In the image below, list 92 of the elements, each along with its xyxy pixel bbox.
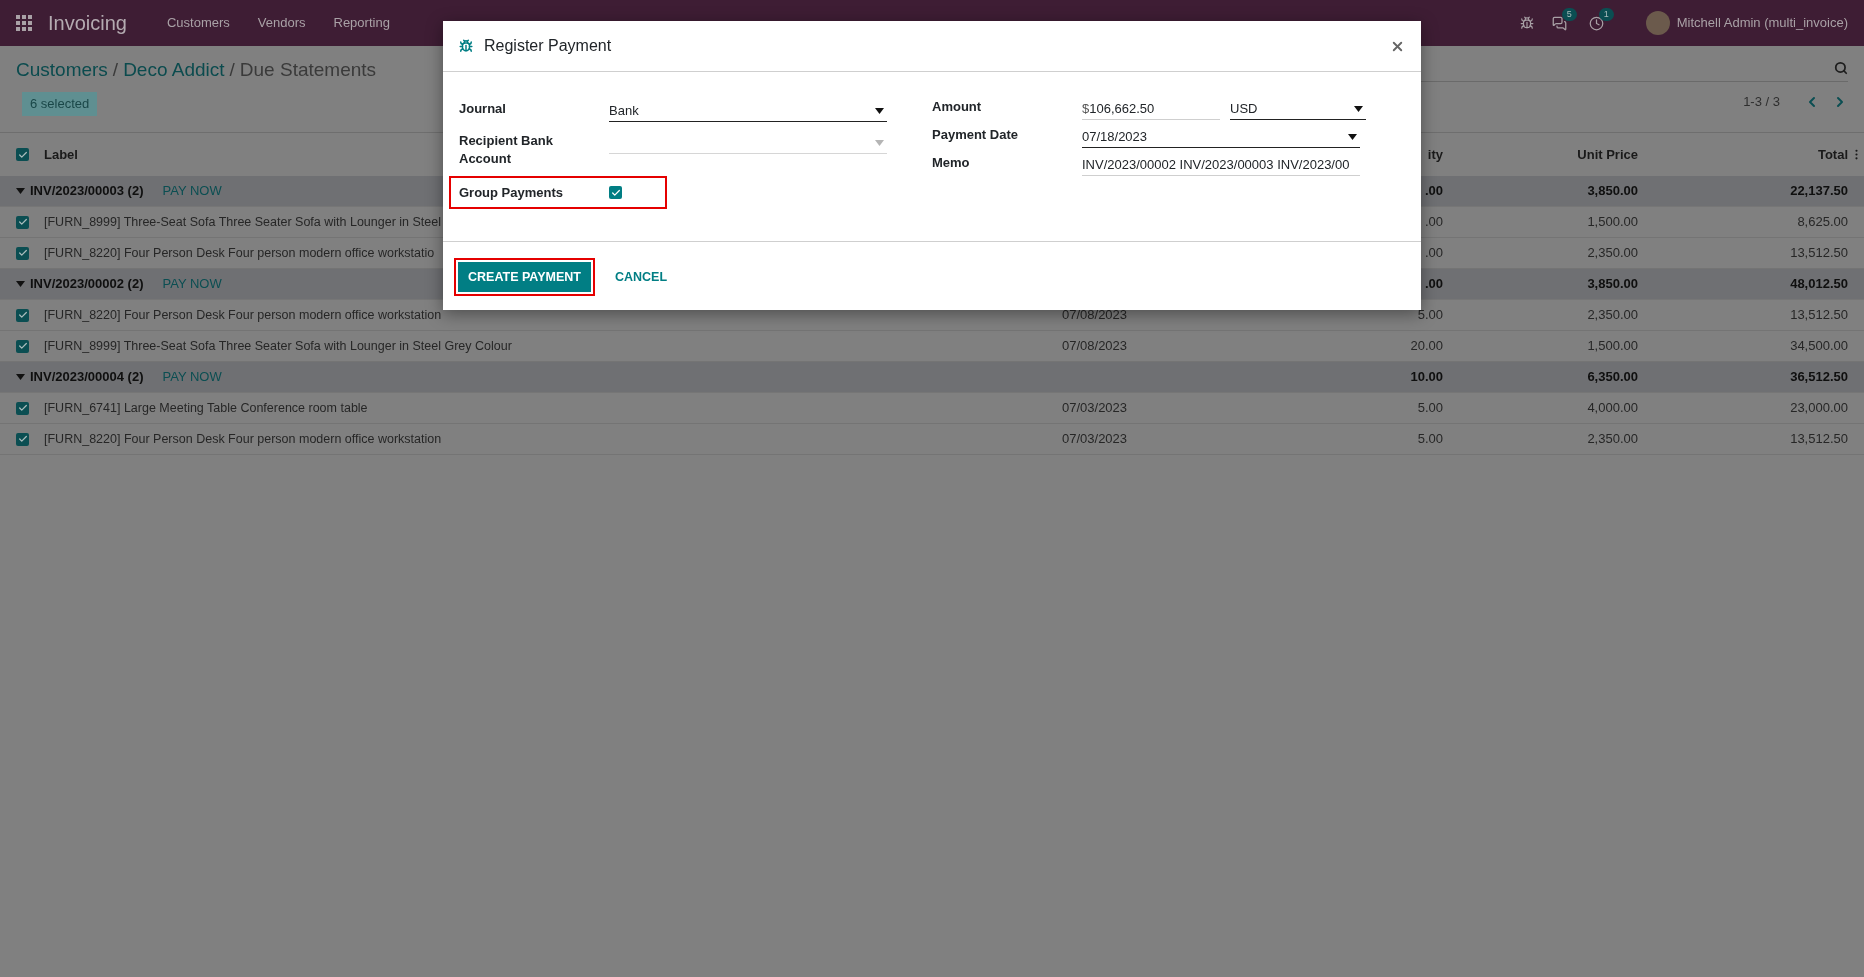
total-cell-text: 13,512.50 [1789,306,1848,325]
group-total: 48,012.50 [1789,275,1848,294]
breadcrumb-current: Due Statements [239,57,377,82]
group-total: 22,137.50 [1789,182,1848,201]
bug-icon [459,39,473,53]
total-cell-text: 13,512.50 [1789,430,1848,449]
unit-price-cell-text: 1,500.00 [1586,213,1638,232]
unit-price-cell-text: 2,350.00 [1586,306,1638,325]
user-name[interactable]: Mitchell Admin (multi_invoice) [1676,13,1848,33]
label-cell-text: [FURN_8220] Four Person Desk Four person modern office workstatio [44,244,435,262]
amount-field[interactable]: $106,662.50 [1082,98,1220,120]
column-header[interactable]: Total [1638,144,1848,165]
menu-item[interactable]: Vendors [243,13,320,33]
app-name[interactable]: Invoicing [48,8,127,38]
breadcrumb-link[interactable]: Customers [16,55,108,85]
total-cell-text: 8,625.00 [1796,213,1848,232]
label-cell-text: [FURN_8999] Three-Seat Sofa Three Seater Sofa with Lounger in Steel Grey Colour [44,337,512,355]
activities-icon[interactable] [1588,15,1604,31]
currency-select[interactable]: USD [1230,98,1366,120]
memo-field[interactable]: INV/2023/00002 INV/2023/00003 INV/2023/00 [1082,154,1360,176]
group-title: INV/2023/00003 (2) [30,182,144,201]
caret-icon [16,188,25,194]
field-label: Amount [932,98,983,116]
total-cell-text: 23,000.00 [1789,399,1848,418]
group-total: 36,512.50 [1789,368,1848,387]
checkbox[interactable] [16,432,29,446]
field-label: Memo [932,154,971,172]
field-label: Payment Date [932,126,1019,144]
unit-price-cell-text: 2,350.00 [1586,244,1638,263]
breadcrumb-separator: / [112,57,119,82]
group-row[interactable]: INV/2023/00004 (2) PAY NOW 10.00 6,350.00 36,512.50 [0,362,1864,393]
quantity-cell-text: 20.00 [1409,337,1443,356]
debug-icon[interactable] [1519,16,1534,30]
date-cell-text: 07/03/2023 [1062,430,1128,449]
date-cell-text: 07/08/2023 [1062,337,1128,356]
quantity-cell-text: 5.00 [1416,306,1443,325]
checkbox[interactable] [16,148,29,161]
quantity-cell-text: .00 [1423,213,1443,232]
search-icon[interactable] [1834,61,1848,75]
group-quantity: .00 [1423,182,1443,201]
messages-badge: 5 [1561,7,1577,21]
group-title: INV/2023/00004 (2) [30,368,144,387]
group-unit-price: 6,350.00 [1586,368,1638,387]
dialog-title: Register Payment [484,36,612,56]
date-field[interactable]: 07/18/2023 [1082,126,1360,148]
pager-text: 1-3 / 3 [1743,93,1780,111]
apps-menu-icon[interactable] [16,15,32,31]
breadcrumb-link[interactable]: Deco Addict [123,55,225,85]
caret-icon [1354,105,1363,112]
unit-price-cell-text: 1,500.00 [1586,337,1638,356]
total-cell-text: 34,500.00 [1789,337,1848,356]
label-cell-text: [FURN_8999] Three-Seat Sofa Three Seater Sofa with Lounger in Steel [44,213,441,231]
date-cell-text: 07/03/2023 [1062,399,1128,418]
caret-icon [875,139,884,146]
checkbox[interactable] [609,186,622,199]
caret-icon [16,374,25,380]
unit-price-cell-text: 4,000.00 [1586,399,1638,418]
date-cell-text: 07/08/2023 [1062,306,1128,325]
selection-badge: 6 selected [22,92,98,116]
caret-icon [16,281,25,287]
activities-badge: 1 [1598,7,1614,21]
select-field[interactable]: Bank [609,100,887,122]
column-header[interactable]: Unit Price [1443,144,1638,165]
unit-price-cell-text: 2,350.00 [1586,430,1638,449]
group-quantity: .00 [1423,275,1443,294]
create-payment-button[interactable]: CREATE PAYMENT [458,262,591,292]
field-label: Recipient Bank Account [459,132,554,168]
label-cell-text: [FURN_6741] Large Meeting Table Conference room table [44,399,368,417]
checkbox[interactable] [16,401,29,415]
label-cell-text: [FURN_8220] Four Person Desk Four person modern office workstation [44,430,442,448]
group-unit-price: 3,850.00 [1586,182,1638,201]
group-unit-price: 3,850.00 [1586,275,1638,294]
total-cell-text: 13,512.50 [1789,244,1848,263]
breadcrumb-separator: / [229,57,235,82]
checkbox[interactable] [16,308,29,322]
label-cell-text: [FURN_8220] Four Person Desk Four person modern office workstation [44,306,442,324]
quantity-cell-text: 5.00 [1416,430,1443,449]
checkbox[interactable] [16,246,29,260]
caret-icon [875,107,884,114]
field-label: Group Payments [459,183,565,202]
quantity-cell-text: .00 [1423,244,1443,263]
menu-item[interactable]: Customers [152,13,244,33]
group-quantity: 10.00 [1409,368,1443,387]
field-label: Journal [459,100,507,118]
cancel-button[interactable]: CANCEL [605,262,678,292]
caret-icon [1348,133,1357,140]
quantity-cell-text: 5.00 [1416,399,1443,418]
menu-item[interactable]: Reporting [319,13,404,33]
messages-icon[interactable] [1551,15,1567,31]
checkbox[interactable] [16,215,29,229]
checkbox[interactable] [16,339,29,353]
group-title: INV/2023/00002 (2) [30,275,144,294]
